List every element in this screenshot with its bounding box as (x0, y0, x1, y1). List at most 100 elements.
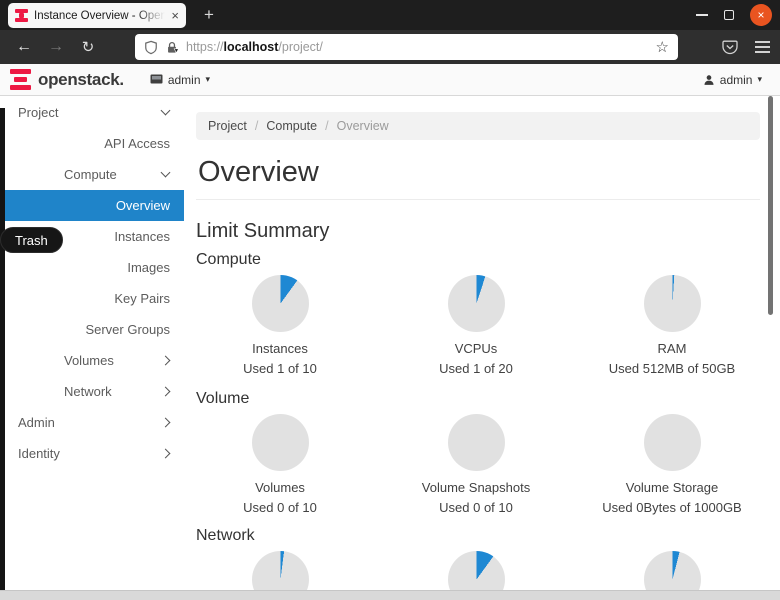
chevron-right-icon (160, 448, 171, 459)
insecure-lock-icon[interactable] (165, 40, 179, 55)
user-icon (704, 74, 714, 85)
page-title: Overview (198, 156, 319, 188)
sidebar-item-label: Instances (114, 229, 170, 244)
sidebar-item-identity[interactable]: Identity (0, 438, 184, 469)
volumes-quota-chart: Volumes Used 0 of 10 (196, 414, 364, 515)
sidebar-item-images[interactable]: Images (0, 252, 184, 283)
pie-label: Volume Snapshots (421, 480, 531, 495)
sidebar-item-label: Network (64, 384, 112, 399)
url-text: https://localhost/project/ (186, 40, 649, 54)
openstack-header: openstack. admin ▾ admin ▾ (0, 64, 780, 96)
network-group-heading: Network (196, 527, 255, 544)
sidebar-item-compute[interactable]: Compute (0, 159, 184, 190)
forward-button[interactable]: → (42, 30, 70, 64)
pie-label: Instances (252, 341, 308, 356)
pie-caption: Used 0 of 10 (439, 500, 513, 515)
project-switcher-dropdown[interactable]: admin ▾ (150, 73, 210, 87)
sidebar-nav: Project API Access Compute Overview Inst… (0, 97, 184, 469)
volume-pie-row: Volumes Used 0 of 10 Volume Snapshots Us… (196, 414, 760, 515)
sidebar-item-key-pairs[interactable]: Key Pairs (0, 283, 184, 314)
sidebar-item-project[interactable]: Project (0, 97, 184, 128)
pie-label: Volumes (255, 480, 305, 495)
volume-group-heading: Volume (196, 390, 250, 407)
caret-down-icon: ▾ (205, 74, 211, 84)
window-minimize-button[interactable] (696, 14, 708, 16)
new-tab-button[interactable]: + (198, 4, 220, 26)
sidebar-item-label: Admin (18, 415, 55, 430)
limit-summary-heading: Limit Summary (196, 220, 330, 242)
pie-caption: Used 1 of 10 (243, 361, 317, 376)
sidebar-item-admin[interactable]: Admin (0, 407, 184, 438)
pie-label: VCPUs (454, 341, 498, 356)
pie-caption: Used 0 of 10 (243, 500, 317, 515)
dock-edge (0, 108, 5, 592)
pie-chart (251, 414, 309, 471)
openstack-brand[interactable]: openstack. (0, 69, 124, 90)
url-bar[interactable]: https://localhost/project/ ☆ (135, 34, 678, 60)
tab-close-icon[interactable]: × (171, 9, 179, 22)
openstack-logo-text: openstack. (38, 69, 124, 89)
url-scheme: https:// (186, 40, 224, 54)
menu-icon[interactable] (755, 41, 770, 53)
browser-toolbar: ← → ↻ https://localhost/project/ ☆ (0, 30, 780, 64)
chevron-right-icon (160, 355, 171, 366)
pie-label: Volume Storage (625, 480, 719, 495)
sidebar-item-label: Server Groups (85, 322, 170, 337)
sidebar-item-label: Key Pairs (114, 291, 170, 306)
reload-button[interactable]: ↻ (74, 30, 102, 64)
user-menu-label: admin (719, 72, 753, 87)
tracking-shield-icon[interactable] (144, 40, 158, 55)
breadcrumb-link-project[interactable]: Project (208, 119, 247, 133)
bookmark-star-icon[interactable]: ☆ (656, 38, 669, 56)
breadcrumb-link-compute[interactable]: Compute (266, 119, 317, 133)
window-close-button[interactable]: × (750, 4, 772, 26)
pie-label: RAM (657, 341, 687, 356)
openstack-logo-icon (10, 69, 31, 90)
pie-chart (643, 414, 701, 471)
pie-chart (447, 414, 505, 471)
back-button[interactable]: ← (10, 30, 38, 64)
breadcrumb: Project / Compute / Overview (196, 112, 760, 140)
window-bottom-edge (0, 590, 780, 600)
pie-caption: Used 1 of 20 (439, 361, 513, 376)
compute-group-heading: Compute (196, 251, 261, 268)
breadcrumb-current: Overview (336, 119, 389, 133)
window-maximize-button[interactable] (724, 10, 734, 20)
url-host: localhost (223, 40, 279, 54)
sidebar-item-network[interactable]: Network (0, 376, 184, 407)
dock-trash-label[interactable]: Trash (0, 227, 63, 253)
sidebar-item-overview[interactable]: Overview (0, 190, 184, 221)
pie-chart (447, 275, 505, 332)
vcpus-quota-chart: VCPUs Used 1 of 20 (392, 275, 560, 376)
screen: Instance Overview - Open × + × ← → ↻ htt… (0, 0, 780, 600)
main-content: Project / Compute / Overview Overview Li… (184, 96, 780, 600)
chevron-right-icon (160, 417, 171, 428)
ram-quota-chart: RAM Used 512MB of 50GB (588, 275, 756, 376)
scrollbar-thumb[interactable] (768, 96, 773, 315)
breadcrumb-separator: / (254, 119, 259, 133)
sidebar-item-label: Overview (115, 198, 170, 213)
sidebar-item-volumes[interactable]: Volumes (0, 345, 184, 376)
sidebar-item-label: API Access (104, 136, 170, 151)
domain-icon (150, 74, 163, 84)
caret-down-icon: ▾ (757, 74, 762, 84)
sidebar-item-label: Project (18, 105, 59, 120)
browser-tab[interactable]: Instance Overview - Open × (8, 3, 186, 28)
sidebar-item-label: Identity (18, 446, 60, 461)
pie-chart (643, 275, 701, 332)
sidebar-item-server-groups[interactable]: Server Groups (0, 314, 184, 345)
user-menu-dropdown[interactable]: admin ▾ (703, 73, 762, 87)
browser-titlebar: Instance Overview - Open × + × (0, 0, 780, 30)
chevron-down-icon (160, 167, 171, 178)
sidebar-item-api-access[interactable]: API Access (0, 128, 184, 159)
title-divider (196, 199, 760, 200)
url-path: /project/ (278, 40, 323, 54)
pie-caption: Used 512MB of 50GB (608, 361, 736, 376)
pocket-icon[interactable] (722, 40, 738, 55)
instances-quota-chart: Instances Used 1 of 10 (196, 275, 364, 376)
chevron-down-icon (160, 105, 171, 116)
breadcrumb-separator: / (325, 119, 329, 133)
tab-title: Instance Overview - Open (34, 9, 166, 22)
sidebar-item-label: Compute (64, 167, 117, 182)
pie-caption: Used 0Bytes of 1000GB (602, 500, 742, 515)
